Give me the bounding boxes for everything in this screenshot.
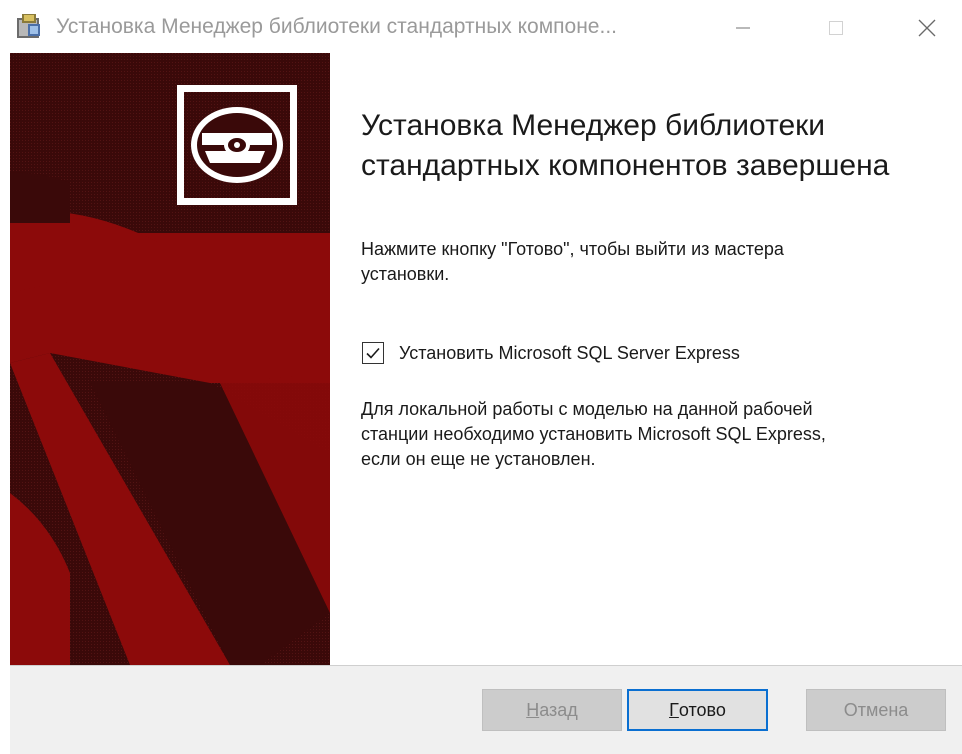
heading-line: Установка Менеджер библиотеки [361,109,826,142]
checkbox-label[interactable]: Установить Microsoft SQL Server Express [399,343,740,364]
note-line: станции необходимо установить Microsoft … [361,424,826,444]
instruction-text: Нажмите кнопку "Готово", чтобы выйти из … [361,237,931,287]
maximize-icon [818,10,854,46]
installer-app-icon [14,10,46,42]
note-line: Для локальной работы с моделью на данной… [361,399,813,419]
cancel-label: Отмена [843,699,909,720]
finish-button[interactable]: Готово [627,689,768,731]
window-title: Установка Менеджер библиотеки стандартны… [56,15,617,38]
finish-label-rest: отово [678,699,726,720]
finish-accel-key: Г [669,699,679,720]
cd-logo-icon [177,85,297,205]
title-bar: Установка Менеджер библиотеки стандартны… [0,0,962,52]
close-icon[interactable] [909,10,945,46]
install-sql-express-option[interactable]: Установить Microsoft SQL Server Express [362,340,740,366]
heading-line: стандартных компонентов завершена [361,149,890,182]
back-label-rest: азад [539,699,578,720]
checkmark-icon [366,347,380,359]
page-heading: Установка Менеджер библиотеки стандартны… [361,106,941,186]
cancel-button[interactable]: Отмена [806,689,946,731]
install-sql-express-checkbox[interactable] [362,342,384,364]
instruction-line: Нажмите кнопку "Готово", чтобы выйти из … [361,239,784,259]
sql-express-note: Для локальной работы с моделью на данной… [361,397,931,472]
instruction-line: установки. [361,264,450,284]
back-button[interactable]: Назад [482,689,622,731]
back-accel-key: Н [526,699,540,720]
wizard-banner [10,53,330,665]
note-line: если он еще не установлен. [361,449,596,469]
minimize-icon[interactable] [725,10,761,46]
